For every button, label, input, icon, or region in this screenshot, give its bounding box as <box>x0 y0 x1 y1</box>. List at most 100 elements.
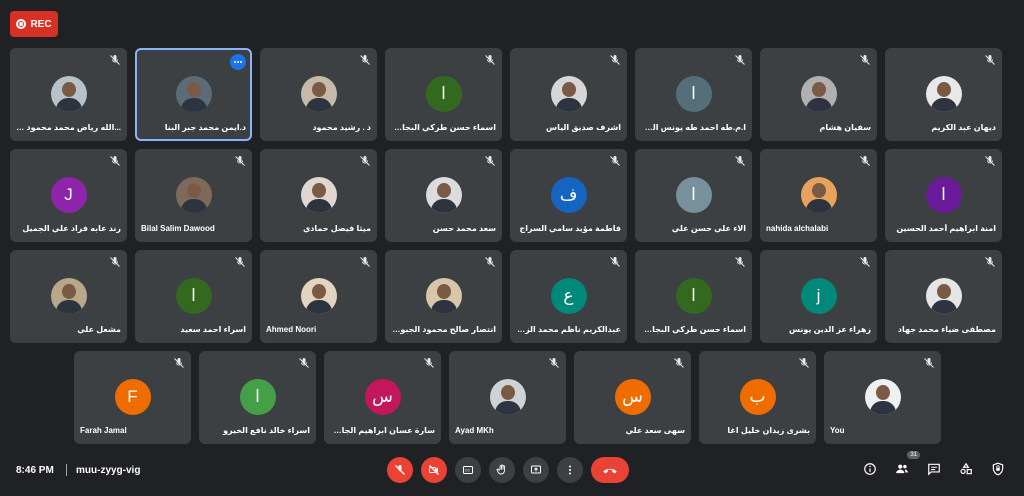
participant-tile[interactable]: مصطفى ضياء محمد جهاد <box>885 250 1002 343</box>
people-button[interactable]: 31 <box>892 451 920 479</box>
participant-tile[interactable]: ديهان عبد الكريم <box>885 48 1002 141</box>
avatar <box>175 177 212 213</box>
participant-name: Bilal Salim Dawood <box>141 224 215 233</box>
participant-tile[interactable]: د.ايمن محمد جبر البنا <box>135 48 252 141</box>
participant-tile[interactable]: ...الله رياض محمد محمود الطوى <box>10 48 127 141</box>
participant-tile[interactable]: ميثا فيصل حمادي <box>260 149 377 242</box>
avatar: J <box>50 177 87 213</box>
mic-off-icon <box>360 257 370 267</box>
participant-tile[interactable]: ا اسماء حسن طركي البجاري <box>635 250 752 343</box>
more-options-button[interactable] <box>230 54 246 70</box>
participant-tile[interactable]: اشرف صديق الياس <box>510 48 627 141</box>
participant-tile[interactable]: ا امنة ابراهيم أحمد الحسين <box>885 149 1002 242</box>
participant-tile[interactable]: ا ا.م.طه احمد طه يونس الطيار <box>635 48 752 141</box>
mic-off-icon <box>610 156 620 166</box>
camera-off-icon <box>429 465 439 475</box>
participant-name: ميثا فيصل حمادي <box>302 224 371 233</box>
avatar <box>925 76 962 112</box>
mic-toggle-button[interactable] <box>387 457 413 483</box>
participant-tile[interactable]: مشعل علي <box>10 250 127 343</box>
participant-tile[interactable]: ا اسراء خالد نافع الخيرو <box>199 351 316 444</box>
participant-tile[interactable]: س سارة عسان ابراهيم الجادرجي <box>324 351 441 444</box>
participant-name: You <box>830 426 845 435</box>
participant-tile[interactable]: انتصار صالح محمود الجبوري <box>385 250 502 343</box>
mic-off-icon <box>395 465 405 475</box>
participant-tile[interactable]: ب بشرى زيدان خليل اغا <box>699 351 816 444</box>
avatar: ف <box>550 177 587 213</box>
mic-off-icon <box>549 358 559 368</box>
participant-tile[interactable]: You <box>824 351 941 444</box>
participant-tile[interactable]: ا اسراء احمد سعيد <box>135 250 252 343</box>
participant-name: Farah Jamal <box>80 426 127 435</box>
mic-off-icon <box>110 55 120 65</box>
mic-off-icon <box>110 156 120 166</box>
hang-up-icon <box>603 468 617 474</box>
activities-icon <box>960 462 972 475</box>
participant-name: ا.م.طه احمد طه يونس الطيار <box>641 123 746 132</box>
participant-tile[interactable]: J رند عابه فراد علي الجميل <box>10 149 127 242</box>
chat-button[interactable] <box>924 459 944 479</box>
participant-name: nahida alchalabi <box>766 224 829 233</box>
participant-tile[interactable]: Bilal Salim Dawood <box>135 149 252 242</box>
participant-tile[interactable]: Ayad MKh <box>449 351 566 444</box>
participant-name: الاء علي حسن علي <box>671 224 746 233</box>
leave-call-button[interactable] <box>591 457 629 483</box>
participant-tile[interactable]: j زهراء عز الدين يونس <box>760 250 877 343</box>
participant-name: اسماء حسن طركي البجاري <box>641 325 746 334</box>
people-icon <box>896 464 908 474</box>
present-button[interactable] <box>523 457 549 483</box>
participant-tile[interactable]: ا اسماء حسن طركي البجاري <box>385 48 502 141</box>
participant-name: اسماء حسن طركي البجاري <box>391 123 496 132</box>
participant-name: اسراء خالد نافع الخيرو <box>223 426 310 435</box>
activities-button[interactable] <box>956 459 976 479</box>
participant-tile[interactable]: ع عبدالكريم ناظم محمد الزهيري <box>510 250 627 343</box>
participants-count-badge: 31 <box>907 451 920 459</box>
mic-off-icon <box>424 358 434 368</box>
avatar: ا <box>675 177 712 213</box>
participant-name: بشرى زيدان خليل اغا <box>727 426 810 435</box>
mic-off-icon <box>299 358 309 368</box>
present-icon <box>531 465 541 474</box>
mic-off-icon <box>674 358 684 368</box>
captions-button[interactable]: CC <box>455 457 481 483</box>
participant-row: ...الله رياض محمد محمود الطوى د.ايمن محمد… <box>10 48 1014 141</box>
host-controls-button[interactable] <box>988 459 1008 479</box>
participant-row: مشعل علي ا اسراء احمد سعيد Ahmed Noori انتصا… <box>10 250 1014 343</box>
mic-off-icon <box>860 55 870 65</box>
participant-tile[interactable]: سعد محمد حسن <box>385 149 502 242</box>
current-time: 8:46 PM <box>16 465 54 476</box>
mic-off-icon <box>924 358 934 368</box>
participant-tile[interactable]: nahida alchalabi <box>760 149 877 242</box>
mic-off-icon <box>860 257 870 267</box>
raise-hand-button[interactable] <box>489 457 515 483</box>
avatar <box>800 177 837 213</box>
participant-name: مشعل علي <box>77 325 121 334</box>
mic-off-icon <box>985 156 995 166</box>
participant-tile[interactable]: Ahmed Noori <box>260 250 377 343</box>
camera-toggle-button[interactable] <box>421 457 447 483</box>
avatar: j <box>800 278 837 314</box>
participant-row: J رند عابه فراد علي الجميل Bilal Salim Daw… <box>10 149 1014 242</box>
participant-tile[interactable]: ا الاء علي حسن علي <box>635 149 752 242</box>
mic-off-icon <box>735 55 745 65</box>
avatar <box>175 76 212 112</box>
participant-tile[interactable]: د . رشيد محمود <box>260 48 377 141</box>
participant-name: ديهان عبد الكريم <box>931 123 996 132</box>
participant-tile[interactable]: سفيان هشام <box>760 48 877 141</box>
mic-off-icon <box>985 55 995 65</box>
participant-name: سفيان هشام <box>819 123 872 132</box>
participant-row: F Farah Jamal ا اسراء خالد نافع الخيرو س سارة… <box>10 351 1014 444</box>
avatar <box>550 76 587 112</box>
avatar <box>864 379 901 415</box>
avatar <box>300 76 337 112</box>
participant-name: سارة عسان ابراهيم الجادرجي <box>330 426 435 435</box>
participant-name: رند عابه فراد علي الجميل <box>22 224 121 233</box>
avatar: F <box>114 379 151 415</box>
participant-tile[interactable]: F Farah Jamal <box>74 351 191 444</box>
participant-name: سهى سعد علي <box>625 426 685 435</box>
participant-tile[interactable]: ف فاطمة مؤيد سامي السراج <box>510 149 627 242</box>
participant-tile[interactable]: س سهى سعد علي <box>574 351 691 444</box>
more-options-button[interactable] <box>557 457 583 483</box>
meeting-details-button[interactable] <box>860 459 880 479</box>
participant-name: د.ايمن محمد جبر البنا <box>164 123 246 132</box>
